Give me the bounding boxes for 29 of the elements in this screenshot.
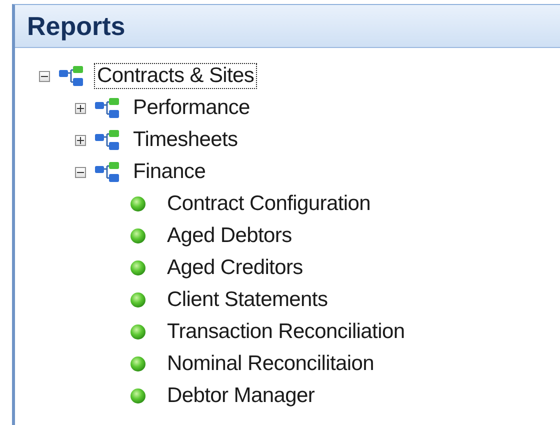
expand-toggle[interactable] bbox=[75, 134, 86, 146]
report-dot-icon bbox=[130, 196, 146, 212]
report-dot-icon bbox=[130, 292, 146, 308]
expand-toggle[interactable] bbox=[75, 102, 86, 114]
hierarchy-icon bbox=[94, 161, 120, 183]
plus-icon bbox=[77, 136, 84, 144]
panel-title: Reports bbox=[27, 10, 126, 42]
report-dot-icon bbox=[130, 324, 146, 340]
plus-icon bbox=[77, 104, 84, 112]
tree-item[interactable]: Transaction Reconciliation bbox=[164, 319, 408, 345]
tree-item[interactable]: Client Statements bbox=[164, 287, 331, 313]
collapse-toggle[interactable] bbox=[75, 166, 86, 178]
hierarchy-icon bbox=[58, 65, 84, 87]
hierarchy-icon bbox=[94, 97, 120, 119]
report-dot-icon bbox=[130, 388, 146, 404]
hierarchy-icon bbox=[94, 129, 120, 151]
tree-item[interactable]: Nominal Reconcilitaion bbox=[164, 351, 377, 377]
collapse-toggle[interactable] bbox=[39, 70, 50, 82]
report-dot-icon bbox=[130, 356, 146, 372]
report-dot-icon bbox=[130, 260, 146, 276]
tree-item[interactable]: Timesheets bbox=[130, 127, 241, 153]
tree-item[interactable]: Contracts & Sites bbox=[94, 63, 258, 89]
tree-item[interactable]: Aged Creditors bbox=[164, 255, 306, 281]
tree-item[interactable]: Contract Configuration bbox=[164, 191, 374, 217]
tree-item[interactable]: Performance bbox=[130, 95, 253, 121]
tree-item[interactable]: Finance bbox=[130, 159, 209, 185]
tree-item[interactable]: Debtor Manager bbox=[164, 383, 318, 409]
report-dot-icon bbox=[130, 228, 146, 244]
tree-item[interactable]: Aged Debtors bbox=[164, 223, 295, 249]
